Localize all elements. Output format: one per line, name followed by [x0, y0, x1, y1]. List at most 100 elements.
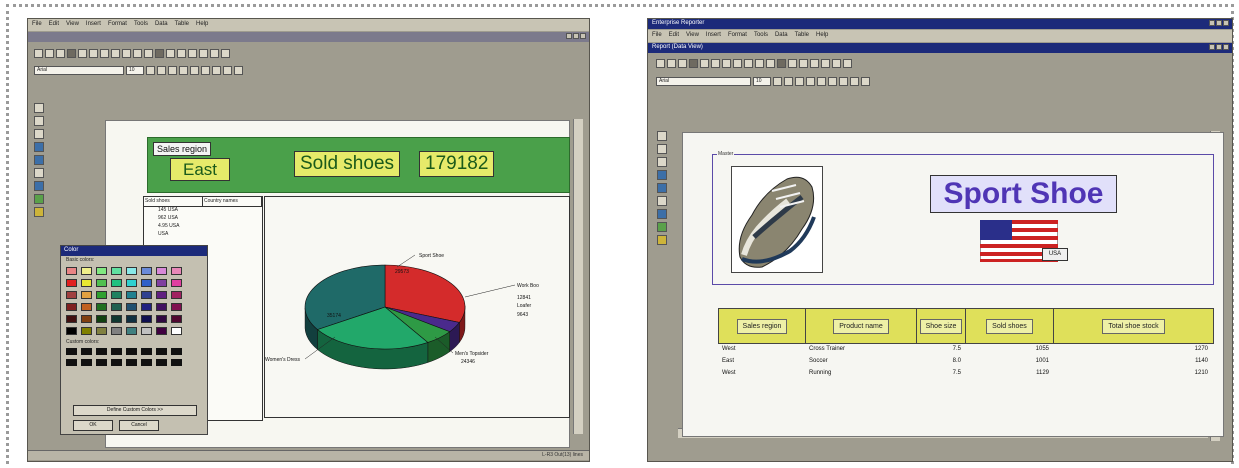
- align-center-icon[interactable]: [817, 76, 826, 86]
- chart-icon[interactable]: [144, 48, 153, 58]
- zoom-icon[interactable]: [199, 48, 208, 58]
- menu-table[interactable]: Table: [795, 32, 809, 40]
- custom-color-swatch[interactable]: [156, 348, 167, 355]
- table-row[interactable]: West Cross Trainer 7.5 1055 1270: [718, 346, 1214, 358]
- frame-tool-icon[interactable]: [34, 155, 44, 165]
- bold-icon[interactable]: [773, 76, 782, 86]
- color-swatch[interactable]: [96, 267, 107, 275]
- redo-icon[interactable]: [122, 48, 131, 58]
- undo-icon[interactable]: [111, 48, 120, 58]
- maximize-icon[interactable]: [1216, 44, 1222, 50]
- color-swatch[interactable]: [141, 327, 152, 335]
- color-swatch[interactable]: [171, 315, 182, 323]
- custom-color-swatch[interactable]: [171, 348, 182, 355]
- color-swatch[interactable]: [111, 303, 122, 311]
- color-swatch[interactable]: [126, 267, 137, 275]
- save-icon[interactable]: [56, 48, 65, 58]
- color-swatch[interactable]: [141, 279, 152, 287]
- menu-view[interactable]: View: [66, 21, 79, 29]
- color-swatch[interactable]: [111, 315, 122, 323]
- menu-edit[interactable]: Edit: [669, 32, 679, 40]
- line-tool-icon[interactable]: [657, 196, 667, 206]
- color-swatch[interactable]: [96, 279, 107, 287]
- color-swatch[interactable]: [111, 291, 122, 299]
- close-icon[interactable]: [1223, 44, 1229, 50]
- print-icon[interactable]: [689, 58, 698, 68]
- chart-tool-icon[interactable]: [657, 222, 667, 232]
- maximize-icon[interactable]: [573, 33, 579, 39]
- menu-help[interactable]: Help: [196, 21, 208, 29]
- color-swatch[interactable]: [126, 315, 137, 323]
- ok-button[interactable]: OK: [73, 420, 113, 431]
- menu-tools[interactable]: Tools: [134, 21, 148, 29]
- maximize-icon[interactable]: [1216, 20, 1222, 26]
- menu-insert[interactable]: Insert: [706, 32, 721, 40]
- color-swatch[interactable]: [156, 327, 167, 335]
- color-swatch[interactable]: [111, 279, 122, 287]
- font-color-icon[interactable]: [223, 65, 232, 75]
- cancel-button[interactable]: Cancel: [119, 420, 159, 431]
- font-size-select[interactable]: 10: [753, 76, 771, 86]
- underline-icon[interactable]: [168, 65, 177, 75]
- font-name-select[interactable]: Arial: [656, 76, 751, 86]
- open-icon[interactable]: [667, 58, 676, 68]
- insert-icon[interactable]: [777, 58, 786, 68]
- color-swatch[interactable]: [141, 303, 152, 311]
- color-swatch[interactable]: [96, 327, 107, 335]
- menu-help[interactable]: Help: [816, 32, 828, 40]
- list-item[interactable]: 962 USA: [144, 215, 262, 223]
- custom-color-swatch[interactable]: [141, 359, 152, 366]
- custom-color-swatch[interactable]: [96, 348, 107, 355]
- bold-icon[interactable]: [146, 65, 155, 75]
- color-swatch[interactable]: [66, 291, 77, 299]
- product-name-field[interactable]: Sport Shoe: [930, 175, 1117, 213]
- map-tool-icon[interactable]: [657, 235, 667, 245]
- menu-file[interactable]: File: [32, 21, 42, 29]
- sort-icon[interactable]: [799, 58, 808, 68]
- table-row[interactable]: East Soccer 8.0 1001 1140: [718, 358, 1214, 370]
- table-row[interactable]: West Running 7.5 1129 1210: [718, 370, 1214, 382]
- menu-format[interactable]: Format: [108, 21, 127, 29]
- color-swatch[interactable]: [81, 267, 92, 275]
- preview-icon[interactable]: [832, 58, 841, 68]
- table-tool-icon[interactable]: [34, 181, 44, 191]
- font-size-select[interactable]: 10: [126, 65, 144, 75]
- color-swatch[interactable]: [126, 279, 137, 287]
- border-icon[interactable]: [234, 65, 243, 75]
- menu-tools[interactable]: Tools: [754, 32, 768, 40]
- color-swatch[interactable]: [156, 303, 167, 311]
- close-icon[interactable]: [1223, 20, 1229, 26]
- color-swatch[interactable]: [66, 279, 77, 287]
- custom-color-swatch[interactable]: [141, 348, 152, 355]
- sold-shoes-value-field[interactable]: 179182: [419, 151, 495, 177]
- custom-color-swatch[interactable]: [171, 359, 182, 366]
- print-icon[interactable]: [67, 48, 76, 58]
- custom-color-swatch[interactable]: [111, 348, 122, 355]
- color-swatch[interactable]: [66, 303, 77, 311]
- custom-color-swatch[interactable]: [126, 359, 137, 366]
- image-tool-icon[interactable]: [657, 170, 667, 180]
- label-tool-icon[interactable]: [657, 144, 667, 154]
- align-left-icon[interactable]: [179, 65, 188, 75]
- align-right-icon[interactable]: [828, 76, 837, 86]
- custom-color-swatch[interactable]: [66, 348, 77, 355]
- grid-icon[interactable]: [166, 48, 175, 58]
- menu-data[interactable]: Data: [775, 32, 788, 40]
- color-swatch[interactable]: [81, 279, 92, 287]
- color-swatch[interactable]: [141, 267, 152, 275]
- help-icon[interactable]: [843, 58, 852, 68]
- minimize-icon[interactable]: [1209, 20, 1215, 26]
- undo-icon[interactable]: [733, 58, 742, 68]
- align-left-icon[interactable]: [806, 76, 815, 86]
- map-tool-icon[interactable]: [34, 207, 44, 217]
- redo-icon[interactable]: [744, 58, 753, 68]
- paste-icon[interactable]: [722, 58, 731, 68]
- custom-color-swatch[interactable]: [81, 348, 92, 355]
- menu-data[interactable]: Data: [155, 21, 168, 29]
- list-item[interactable]: 4.95 USA: [144, 223, 262, 231]
- list-item[interactable]: 145 USA: [144, 207, 262, 215]
- label-tool-icon[interactable]: [34, 116, 44, 126]
- grid-icon[interactable]: [788, 58, 797, 68]
- color-swatch[interactable]: [81, 291, 92, 299]
- frame-tool-icon[interactable]: [657, 183, 667, 193]
